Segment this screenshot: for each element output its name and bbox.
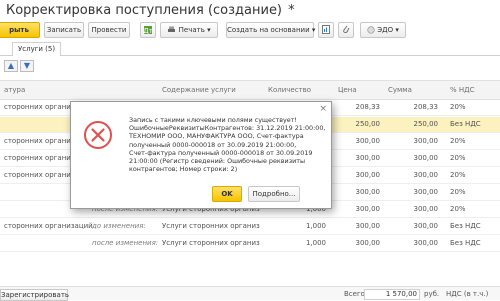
window-title-text: Корректировка поступления (создание) (6, 3, 283, 18)
edo-icon (367, 26, 375, 34)
register-button[interactable]: Зарегистрировать (0, 289, 69, 301)
ok-button[interactable]: OK (212, 186, 242, 202)
svg-text:Дт: Дт (143, 27, 153, 35)
move-up-icon[interactable]: ▲ (4, 60, 18, 72)
move-down-icon[interactable]: ▼ (20, 60, 34, 72)
dialog-message: Запись с такими ключевыми полями существ… (129, 116, 329, 173)
toolbar: рыть Записать Провести Дт Печать ▾ Созда… (0, 22, 500, 40)
dialog-line: Счет-фактура полученный 0000-000018 от 3… (129, 148, 313, 157)
dialog-line: ОшибочныеРеквизитыКонтрагентов: 31.12.20… (129, 124, 326, 133)
print-label: Печать (178, 26, 205, 34)
modified-mark: * (288, 3, 295, 18)
report-icon[interactable] (318, 22, 334, 38)
save-button[interactable]: Записать (44, 22, 84, 38)
details-button[interactable]: Подробно... (248, 186, 300, 202)
dialog-line: контрагентов; Номер строки: 2) (129, 165, 238, 174)
grid-command-bar: ▲ ▼ (0, 58, 500, 74)
print-button[interactable]: Печать ▾ (160, 22, 218, 38)
dialog-line: 21:00:00 (Регистр сведений: Ошибочные ре… (129, 157, 306, 166)
printer-icon (168, 26, 176, 32)
vat-label: НДС (в т.ч.) (446, 290, 489, 298)
debit-credit-icon[interactable]: Дт (140, 22, 156, 38)
error-icon (84, 121, 112, 149)
post-button[interactable]: Провести (88, 22, 130, 38)
edo-label: ЭДО (377, 26, 394, 34)
tab-bar: Услуги (5) (0, 40, 500, 56)
attachment-icon[interactable] (338, 22, 354, 38)
post-and-close-button[interactable]: рыть (0, 22, 40, 38)
create-based-on-button[interactable]: Создать на основании ▾ (226, 22, 315, 38)
currency-label: руб. (424, 290, 440, 298)
edo-button[interactable]: ЭДО ▾ (360, 22, 406, 38)
form-footer: Зарегистрировать Всего: 1 570,00 руб. НД… (0, 286, 500, 301)
error-dialog: × Запись с такими ключевыми полями сущес… (70, 101, 332, 209)
dialog-line: полученный 0000-000018 от 30.09.2019 21:… (129, 140, 297, 149)
dialog-line: Запись с такими ключевыми полями существ… (129, 116, 297, 124)
total-value: 1 570,00 (364, 289, 420, 300)
dialog-line: ТЕХНОМИР ООО, МАНУФАКТУРА ООО, Счет-факт… (129, 132, 304, 141)
tab-services[interactable]: Услуги (5) (12, 42, 62, 56)
create-based-label: Создать на основании (227, 26, 310, 34)
window-title: Корректировка поступления (создание) * (0, 0, 500, 22)
close-icon[interactable]: × (319, 104, 327, 114)
